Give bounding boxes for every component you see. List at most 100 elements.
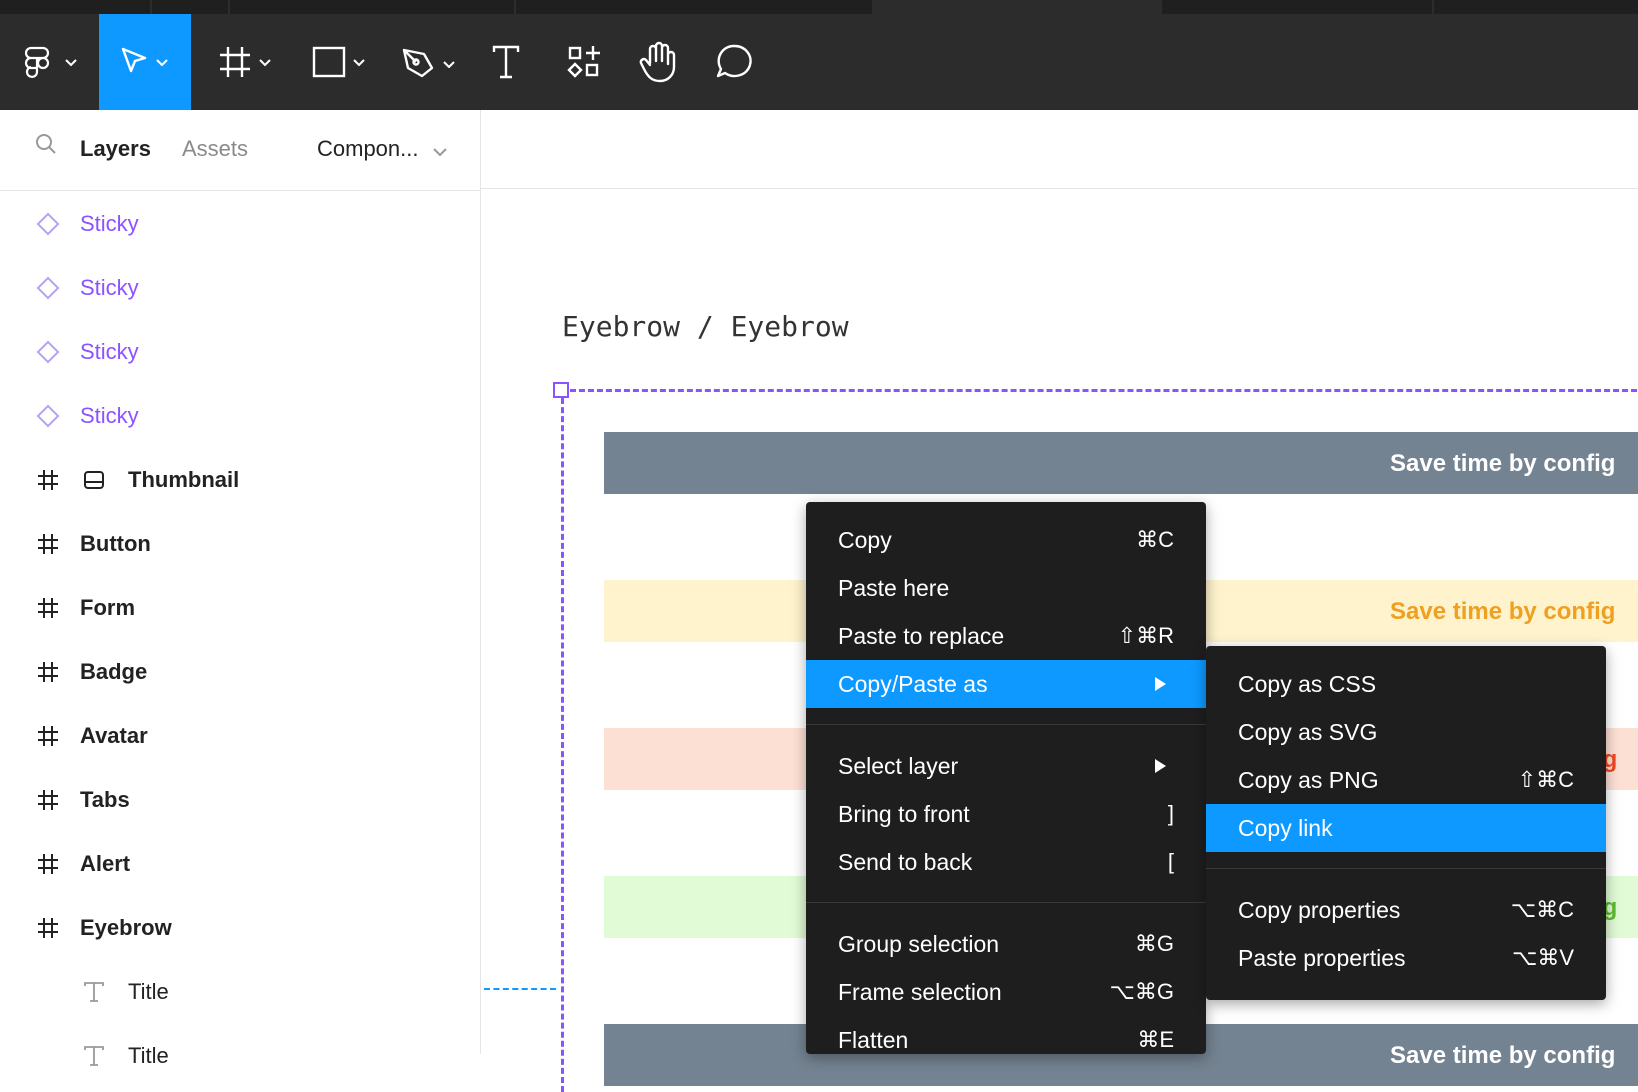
layer-label: Tabs — [80, 787, 130, 812]
menu-item[interactable]: Copy link — [1206, 804, 1606, 852]
move-tool-button[interactable] — [99, 14, 191, 110]
frame-icon — [34, 658, 62, 686]
layer-item[interactable]: Tabs — [0, 768, 480, 832]
pen-tool-button[interactable] — [392, 14, 464, 110]
figma-menu-button[interactable] — [14, 14, 86, 110]
comment-tool-button[interactable] — [712, 14, 756, 110]
layer-label: Thumbnail — [128, 467, 240, 492]
menu-item[interactable]: Copy as SVG — [1206, 708, 1606, 756]
selection-handle[interactable] — [553, 382, 569, 398]
menu-item-shortcut: ⌘G — [1134, 931, 1174, 956]
frame-icon — [34, 850, 62, 878]
file-tab-active[interactable] — [874, 0, 1162, 14]
frame-icon — [34, 722, 62, 750]
file-tab[interactable] — [230, 0, 516, 14]
layer-item[interactable]: Eyebrow — [0, 896, 480, 960]
menu-item[interactable]: Copy as CSS — [1206, 660, 1606, 708]
layer-item[interactable]: Alert — [0, 832, 480, 896]
canvas-divider — [481, 188, 1638, 189]
menu-item-label: Paste to replace — [838, 622, 1005, 649]
menu-item[interactable]: Send to back [ — [806, 838, 1206, 886]
panel-tabs: Layers Assets Compon... — [0, 110, 480, 191]
layer-item[interactable]: Sticky — [0, 320, 480, 384]
submenu-arrow-icon — [1155, 759, 1166, 773]
search-icon[interactable] — [34, 132, 58, 156]
text-tool-button[interactable] — [484, 14, 528, 110]
menu-item[interactable]: Frame selection ⌥⌘G — [806, 968, 1206, 1016]
component-instance-icon — [34, 402, 62, 430]
frame-label[interactable]: Eyebrow / Eyebrow — [562, 310, 849, 343]
toolbar — [0, 14, 1638, 110]
layer-label: Eyebrow — [80, 915, 172, 940]
menu-item[interactable]: Group selection ⌘G — [806, 920, 1206, 968]
menu-item-label: Paste properties — [1238, 944, 1406, 971]
layer-item[interactable]: Form — [0, 576, 480, 640]
layer-item[interactable]: Avatar — [0, 704, 480, 768]
component-instance-icon — [34, 210, 62, 238]
layer-item[interactable]: Badge — [0, 640, 480, 704]
menu-item-label: Send to back — [838, 848, 973, 875]
layer-item[interactable]: Sticky — [0, 192, 480, 256]
menu-item-label: Frame selection — [838, 978, 1002, 1005]
chevron-down-icon[interactable] — [432, 146, 448, 158]
menu-item-label: Copy — [838, 526, 892, 553]
frame-tool-button[interactable] — [210, 14, 282, 110]
menu-item-shortcut: ⌥⌘V — [1511, 945, 1574, 970]
tab-assets[interactable]: Assets — [182, 136, 248, 162]
shape-tool-button[interactable] — [300, 14, 372, 110]
menu-item[interactable]: Copy properties ⌥⌘C — [1206, 886, 1606, 934]
text-layer-icon — [80, 978, 108, 1006]
layer-item[interactable]: Sticky — [0, 384, 480, 448]
menu-item[interactable]: Bring to front] — [806, 790, 1206, 838]
frame-icon — [34, 530, 62, 558]
layer-label: Alert — [80, 851, 131, 876]
frame-icon — [34, 466, 62, 494]
menu-item[interactable]: Paste to replace ⇧⌘R — [806, 612, 1206, 660]
menu-item[interactable]: Copy ⌘C — [806, 516, 1206, 564]
file-tab[interactable] — [1434, 0, 1638, 14]
component-instance-icon — [34, 338, 62, 366]
layer-item[interactable]: Title — [0, 1024, 480, 1088]
menu-item[interactable]: Copy as PNG ⇧⌘C — [1206, 756, 1606, 804]
menu-item-shortcut: ⇧⌘C — [1517, 767, 1574, 792]
text-tool-icon — [492, 45, 520, 79]
menu-item[interactable]: Paste properties ⌥⌘V — [1206, 934, 1606, 982]
layer-item[interactable]: Button — [0, 512, 480, 576]
layer-item[interactable]: Sticky — [0, 256, 480, 320]
menu-item-label: Paste here — [838, 574, 950, 601]
menu-separator — [806, 724, 1206, 725]
layer-label: Form — [80, 595, 135, 620]
layer-item[interactable]: Title — [0, 960, 480, 1024]
pen-tool-icon — [402, 48, 455, 78]
file-tab[interactable] — [0, 0, 152, 14]
file-tab[interactable] — [516, 0, 874, 14]
menu-item[interactable]: Flatten ⌘E — [806, 1016, 1206, 1064]
menu-item-label: Bring to front — [838, 800, 970, 827]
component-instance-icon — [34, 274, 62, 302]
text-layer-icon — [80, 1042, 108, 1070]
menu-item[interactable]: Copy/Paste as — [806, 660, 1206, 708]
resources-button[interactable] — [562, 14, 606, 110]
spacing-guide — [484, 988, 556, 990]
hand-tool-button[interactable] — [636, 14, 680, 110]
layer-item[interactable]: Thumbnail — [0, 448, 480, 512]
menu-item-shortcut: ⌘E — [1137, 1027, 1174, 1052]
menu-item-label: Copy as SVG — [1238, 718, 1378, 745]
menu-item-label: Copy as PNG — [1238, 766, 1379, 793]
comment-tool-icon — [716, 44, 752, 78]
file-tab[interactable] — [152, 0, 230, 14]
frame-tool-icon — [220, 47, 271, 77]
menu-separator — [1206, 868, 1606, 869]
layer-label: Sticky — [80, 403, 139, 428]
copy-paste-submenu: Copy as CSS Copy as SVG Copy as PNG ⇧⌘C Copy… — [1206, 646, 1606, 1000]
menu-item[interactable]: Select layer — [806, 742, 1206, 790]
figma-menu-icon — [24, 46, 77, 78]
tab-layers[interactable]: Layers — [80, 136, 151, 162]
menu-item-label: Copy properties — [1238, 896, 1401, 923]
page-selector[interactable]: Compon... — [317, 136, 419, 162]
menu-item-label: Select layer — [838, 752, 959, 779]
menu-item[interactable]: Paste here — [806, 564, 1206, 612]
submenu-arrow-icon — [1155, 677, 1166, 691]
menu-item-label: Copy/Paste as — [838, 670, 988, 697]
file-tab[interactable] — [1162, 0, 1434, 14]
